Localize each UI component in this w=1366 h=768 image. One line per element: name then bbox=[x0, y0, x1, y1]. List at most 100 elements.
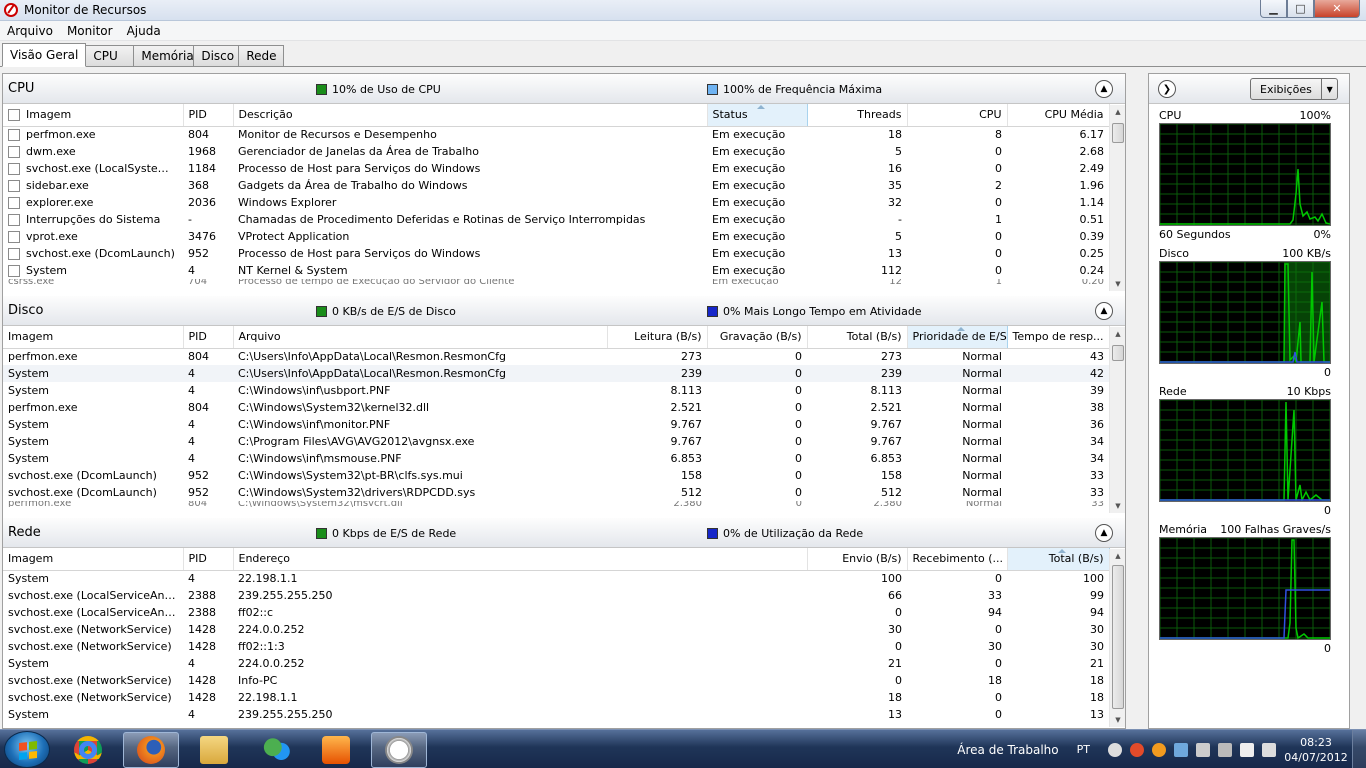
display-icon[interactable] bbox=[1174, 742, 1188, 757]
graphs-scrollbar[interactable] bbox=[1351, 90, 1366, 729]
table-row[interactable]: svchost.exe (LocalServiceAndNo... 2388 ff0… bbox=[3, 604, 1109, 621]
disk-section-header[interactable]: Disco 0 KB/s de E/S de Disco 0% Mais Lon… bbox=[3, 296, 1125, 326]
tab-rede[interactable]: Rede bbox=[238, 45, 285, 66]
table-row[interactable]: sidebar.exe 368 Gadgets da Área de Trabalh… bbox=[3, 177, 1109, 194]
table-row[interactable]: svchost.exe (NetworkService) 1428 224.0.0.… bbox=[3, 621, 1109, 638]
cpu-col-descricao[interactable]: Descrição bbox=[233, 104, 708, 127]
process-checkbox[interactable] bbox=[8, 265, 20, 277]
table-row[interactable]: svchost.exe (LocalSystemNet... 1184 Proces… bbox=[3, 160, 1109, 177]
table-row[interactable]: explorer.exe 2036 Windows Explorer Em execu… bbox=[3, 194, 1109, 211]
collapse-disk-button[interactable]: ▲ bbox=[1095, 302, 1113, 320]
disk-scrollbar[interactable]: ▲ ▼ bbox=[1109, 327, 1125, 513]
cpu-col-status[interactable]: Status bbox=[706, 104, 808, 127]
table-row[interactable]: svchost.exe (DcomLaunch) 952 C:\Windows\Sy… bbox=[3, 484, 1109, 501]
table-row[interactable]: perfmon.exe 804 Monitor de Recursos e Dese… bbox=[3, 126, 1109, 143]
cpu-scrollbar[interactable]: ▲ ▼ bbox=[1109, 105, 1125, 291]
net-col-imagem[interactable]: Imagem bbox=[3, 548, 184, 571]
net-col-total[interactable]: Total (B/s) bbox=[1006, 548, 1110, 571]
menu-arquivo[interactable]: Arquivo bbox=[0, 24, 60, 38]
views-dropdown[interactable]: Exibições ▼ bbox=[1250, 78, 1338, 100]
network-section-header[interactable]: Rede 0 Kbps de E/S de Rede 0% de Utiliza… bbox=[3, 518, 1125, 548]
process-checkbox[interactable] bbox=[8, 197, 20, 209]
close-button[interactable]: ✕ bbox=[1314, 0, 1360, 18]
menu-monitor[interactable]: Monitor bbox=[60, 24, 120, 38]
volume-icon[interactable] bbox=[1262, 742, 1276, 757]
cpu-col-imagem[interactable]: Imagem bbox=[3, 104, 184, 127]
action-center-flag-icon[interactable] bbox=[1240, 742, 1254, 757]
tab-visao-geral[interactable]: Visão Geral bbox=[2, 43, 87, 67]
table-row[interactable]: System 4 224.0.0.252 21 0 21 bbox=[3, 655, 1109, 672]
disk-col-gravacao[interactable]: Gravação (B/s) bbox=[707, 326, 808, 349]
table-row[interactable]: svchost.exe (DcomLaunch) 952 C:\Windows\Sy… bbox=[3, 467, 1109, 484]
media-player-taskbar-button[interactable] bbox=[308, 732, 364, 768]
tab-memoria[interactable]: Memória bbox=[133, 45, 195, 66]
table-row[interactable]: svchost.exe (NetworkService) 1428 22.198.1… bbox=[3, 689, 1109, 706]
avast-icon[interactable] bbox=[1130, 742, 1144, 757]
minimize-button[interactable]: ▁ bbox=[1260, 0, 1287, 18]
net-col-endereco[interactable]: Endereço bbox=[233, 548, 808, 571]
table-row[interactable]: vprot.exe 3476 VProtect Application Em exec… bbox=[3, 228, 1109, 245]
network-scroll-thumb[interactable] bbox=[1112, 565, 1124, 709]
network-icon[interactable] bbox=[1218, 742, 1232, 757]
scroll-down-arrow[interactable]: ▼ bbox=[1110, 277, 1126, 291]
scroll-up-arrow[interactable]: ▲ bbox=[1110, 105, 1126, 119]
messenger-taskbar-button[interactable] bbox=[249, 732, 305, 768]
table-row[interactable]: System 4 C:\Windows\inf\monitor.PNF 9.767 0 9… bbox=[3, 416, 1109, 433]
table-row[interactable]: Interrupções do Sistema - Chamadas de Proc… bbox=[3, 211, 1109, 228]
scroll-down-arrow[interactable]: ▼ bbox=[1110, 499, 1126, 513]
menu-ajuda[interactable]: Ajuda bbox=[120, 24, 168, 38]
chevron-down-icon[interactable]: ▼ bbox=[1321, 79, 1337, 99]
clock[interactable]: 08:23 04/07/2012 bbox=[1280, 735, 1352, 765]
disk-col-arquivo[interactable]: Arquivo bbox=[233, 326, 608, 349]
disk-col-pid[interactable]: PID bbox=[183, 326, 234, 349]
maximize-button[interactable]: □ bbox=[1287, 0, 1314, 18]
disk-col-prioridade[interactable]: Prioridade de E/S bbox=[906, 326, 1008, 349]
process-checkbox[interactable] bbox=[8, 180, 20, 192]
cpu-col-threads[interactable]: Threads bbox=[807, 104, 908, 127]
show-desktop-button[interactable] bbox=[1352, 730, 1366, 768]
process-checkbox[interactable] bbox=[8, 163, 20, 175]
table-row[interactable]: dwm.exe 1968 Gerenciador de Janelas da Áre… bbox=[3, 143, 1109, 160]
antivirus-icon[interactable] bbox=[1152, 742, 1166, 757]
disk-col-imagem[interactable]: Imagem bbox=[3, 326, 184, 349]
table-row[interactable]: System 4 C:\Windows\inf\usbport.PNF 8.113 0 8… bbox=[3, 382, 1109, 399]
tab-cpu[interactable]: CPU bbox=[85, 45, 135, 66]
desktop-toolbar-label[interactable]: Área de Trabalho bbox=[957, 743, 1058, 757]
cpu-scroll-thumb[interactable] bbox=[1112, 123, 1124, 143]
table-row[interactable]: perfmon.exe 804 C:\Users\Info\AppData\Loca… bbox=[3, 348, 1109, 365]
table-row[interactable]: perfmon.exe 804 C:\Windows\System32\kernel… bbox=[3, 399, 1109, 416]
disk-col-tempo-resposta[interactable]: Tempo de resp... bbox=[1007, 326, 1110, 349]
network-scrollbar[interactable]: ▲ ▼ bbox=[1109, 549, 1125, 727]
process-checkbox[interactable] bbox=[8, 129, 20, 142]
chrome-taskbar-button[interactable] bbox=[60, 732, 116, 768]
disk-col-total[interactable]: Total (B/s) bbox=[807, 326, 908, 349]
table-row[interactable]: svchost.exe (NetworkService) 1428 ff02::1:… bbox=[3, 638, 1109, 655]
hide-graphs-button[interactable]: ❯ bbox=[1158, 80, 1176, 98]
splitter-bar[interactable] bbox=[1127, 73, 1142, 729]
scroll-down-arrow[interactable]: ▼ bbox=[1110, 713, 1126, 727]
table-row[interactable]: svchost.exe (DcomLaunch) 952 Processo de H… bbox=[3, 245, 1109, 262]
cpu-col-pid[interactable]: PID bbox=[183, 104, 234, 127]
tab-disco[interactable]: Disco bbox=[193, 45, 240, 66]
table-row[interactable]: System 4 22.198.1.1 100 0 100 bbox=[3, 570, 1109, 587]
collapse-network-button[interactable]: ▲ bbox=[1095, 524, 1113, 542]
table-row[interactable]: svchost.exe (LocalServiceAndNo... 2388 239… bbox=[3, 587, 1109, 604]
table-row-partial[interactable]: perfmon.exe 804 C:\Windows\System32\msvcrt… bbox=[3, 501, 1109, 507]
table-row[interactable]: System 4 C:\Users\Info\AppData\Local\Resmo… bbox=[3, 365, 1109, 382]
cpu-section-header[interactable]: CPU 10% de Uso de CPU 100% de Frequência… bbox=[3, 74, 1125, 104]
table-row[interactable]: System 4 C:\Windows\inf\msmouse.PNF 6.853 0 6… bbox=[3, 450, 1109, 467]
collapse-cpu-button[interactable]: ▲ bbox=[1095, 80, 1113, 98]
firefox-taskbar-button[interactable] bbox=[123, 732, 179, 768]
cpu-col-cpu-media[interactable]: CPU Média bbox=[1007, 104, 1110, 127]
process-checkbox[interactable] bbox=[8, 214, 20, 226]
net-col-recebimento[interactable]: Recebimento (... bbox=[907, 548, 1008, 571]
process-checkbox[interactable] bbox=[8, 248, 20, 260]
scroll-up-arrow[interactable]: ▲ bbox=[1110, 327, 1126, 341]
select-all-checkbox[interactable] bbox=[8, 109, 20, 122]
explorer-taskbar-button[interactable] bbox=[186, 732, 242, 768]
scroll-up-arrow[interactable]: ▲ bbox=[1110, 549, 1126, 563]
language-indicator[interactable]: PT bbox=[1077, 743, 1090, 756]
resource-monitor-taskbar-button[interactable] bbox=[371, 732, 427, 768]
table-row[interactable]: System 4 NT Kernel & System Em execução 112 0… bbox=[3, 262, 1109, 279]
table-row[interactable]: System 4 239.255.255.250 13 0 13 bbox=[3, 706, 1109, 723]
